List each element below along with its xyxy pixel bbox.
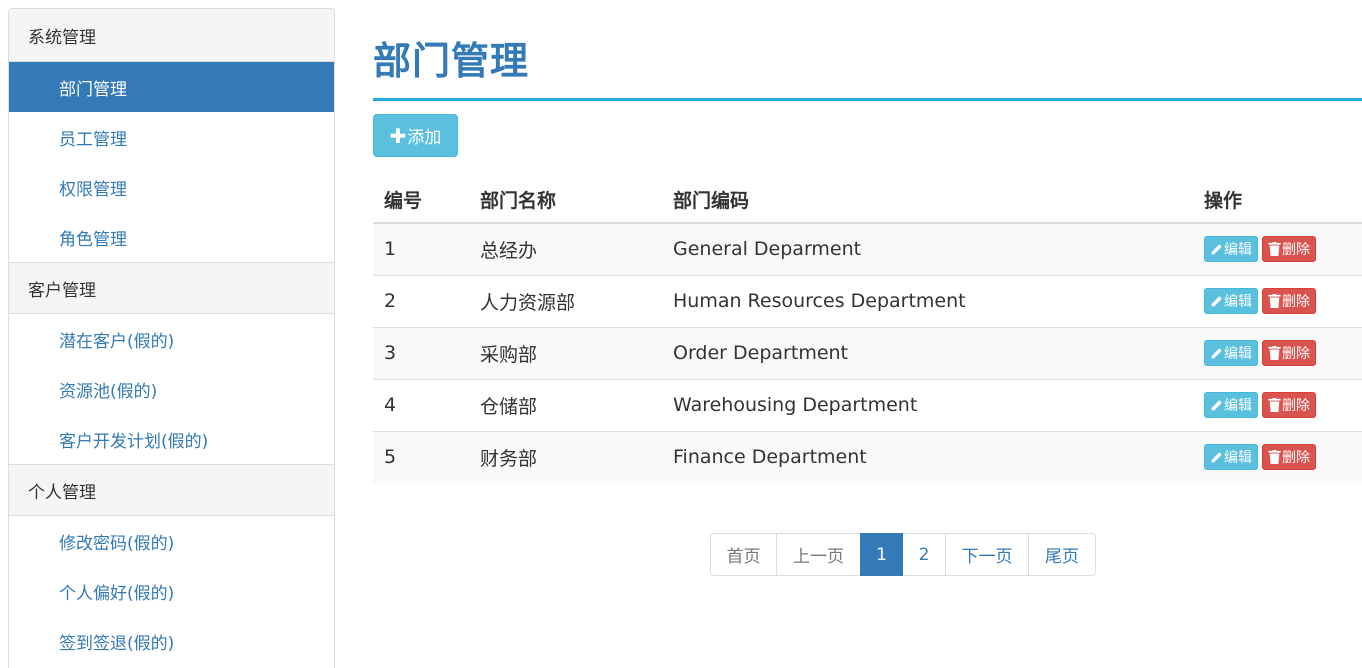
add-button-label: 添加: [407, 128, 442, 148]
pencil-icon: [1211, 399, 1222, 410]
page-last[interactable]: 尾页: [1028, 533, 1096, 576]
add-button[interactable]: ✚ 添加: [373, 114, 458, 157]
header-ops: 操作: [1193, 177, 1362, 224]
table-row: 3 采购部 Order Department 编辑 删除: [373, 326, 1362, 379]
delete-button[interactable]: 删除: [1262, 444, 1316, 471]
pencil-icon: [1211, 243, 1222, 255]
edit-label: 编辑: [1224, 346, 1252, 362]
pagination: 首页 上一页 1 2 下一页 尾页: [710, 533, 1096, 576]
plus-icon: ✚: [389, 123, 407, 148]
delete-label: 删除: [1282, 294, 1310, 310]
edit-button[interactable]: 编辑: [1204, 340, 1258, 366]
cell-id: 5: [373, 430, 469, 483]
header-name: 部门名称: [469, 177, 662, 224]
table-row: 5 财务部 Finance Department 编辑 删除: [373, 430, 1362, 483]
pencil-icon: [1211, 347, 1222, 358]
edit-label: 编辑: [1224, 450, 1252, 467]
cell-ops: 编辑 删除: [1193, 378, 1362, 431]
sidebar-item-preferences[interactable]: 个人偏好(假的): [9, 566, 334, 616]
delete-label: 删除: [1282, 346, 1310, 362]
trash-icon: [1268, 398, 1281, 412]
delete-label: 删除: [1282, 450, 1310, 467]
delete-button[interactable]: 删除: [1262, 340, 1316, 366]
cell-name: 人力资源部: [469, 274, 662, 327]
cell-name: 财务部: [469, 430, 662, 483]
sidebar-item-employee[interactable]: 员工管理: [9, 112, 334, 162]
cell-id: 3: [373, 326, 469, 379]
trash-icon: [1268, 346, 1281, 360]
page-first[interactable]: 首页: [710, 533, 777, 576]
main-content: 部门管理 ✚ 添加 编号 部门名称 部门编码 操作 1 总经办 General …: [373, 0, 1362, 668]
table-row: 4 仓储部 Warehousing Department 编辑 删除: [373, 378, 1362, 431]
cell-ops: 编辑 删除: [1193, 274, 1362, 327]
table-row: 2 人力资源部 Human Resources Department 编辑 删除: [373, 274, 1362, 327]
trash-icon: [1268, 242, 1281, 257]
sidebar-item-role[interactable]: 角色管理: [9, 212, 334, 262]
sidebar-item-potential-customer[interactable]: 潜在客户(假的): [9, 314, 334, 364]
page-title: 部门管理: [373, 39, 530, 83]
edit-label: 编辑: [1224, 242, 1252, 259]
table-header-row: 编号 部门名称 部门编码 操作: [373, 177, 1362, 224]
delete-button[interactable]: 删除: [1262, 392, 1316, 418]
cell-name: 总经办: [480, 239, 538, 262]
department-table: 编号 部门名称 部门编码 操作 1 总经办 General Deparment …: [373, 177, 1362, 483]
cell-code: Finance Department: [662, 430, 1193, 483]
cell-id: 2: [373, 274, 469, 327]
sidebar-item-resource-pool[interactable]: 资源池(假的): [9, 364, 334, 414]
sidebar-group-system[interactable]: 系统管理: [9, 9, 334, 62]
sidebar-group-personal[interactable]: 个人管理: [9, 464, 334, 516]
edit-button[interactable]: 编辑: [1204, 444, 1258, 471]
title-divider: [373, 98, 1362, 101]
trash-icon: [1268, 294, 1281, 308]
edit-button[interactable]: 编辑: [1204, 288, 1258, 314]
cell-id: 1: [384, 238, 397, 261]
cell-code: Order Department: [662, 326, 1193, 379]
header-code: 部门编码: [662, 177, 1193, 224]
delete-button[interactable]: 删除: [1262, 288, 1316, 314]
cell-name: 采购部: [469, 326, 662, 379]
cell-code: General Deparment: [673, 238, 862, 261]
cell-ops: 编辑 删除: [1193, 326, 1362, 379]
table-row: 1 总经办 General Deparment 编辑 删除: [373, 223, 1362, 275]
edit-button[interactable]: 编辑: [1204, 236, 1258, 263]
cell-code: Human Resources Department: [662, 274, 1193, 327]
header-id: 编号: [373, 177, 469, 224]
edit-label: 编辑: [1224, 398, 1252, 414]
sidebar-item-department[interactable]: 部门管理: [9, 62, 334, 112]
delete-label: 删除: [1282, 398, 1310, 414]
page-prev[interactable]: 上一页: [776, 533, 861, 576]
cell-id: 4: [373, 378, 469, 431]
cell-ops: 编辑 删除: [1193, 223, 1362, 275]
cell-ops: 编辑 删除: [1193, 430, 1362, 483]
sidebar: 系统管理 部门管理 员工管理 权限管理 角色管理 客户管理 潜在客户(假的) 资…: [8, 8, 335, 668]
cell-code: Warehousing Department: [662, 378, 1193, 431]
sidebar-item-change-password[interactable]: 修改密码(假的): [9, 516, 334, 566]
delete-label: 删除: [1282, 242, 1310, 259]
page-2[interactable]: 2: [902, 533, 946, 576]
page-next[interactable]: 下一页: [945, 533, 1029, 576]
edit-label: 编辑: [1224, 294, 1252, 310]
edit-button[interactable]: 编辑: [1204, 392, 1258, 418]
cell-name: 仓储部: [469, 378, 662, 431]
sidebar-item-permission[interactable]: 权限管理: [9, 162, 334, 212]
sidebar-item-checkin[interactable]: 签到签退(假的): [9, 616, 334, 666]
pencil-icon: [1211, 451, 1222, 463]
delete-button[interactable]: 删除: [1262, 236, 1316, 263]
trash-icon: [1268, 450, 1281, 465]
sidebar-item-dev-plan[interactable]: 客户开发计划(假的): [9, 414, 334, 464]
sidebar-group-customer[interactable]: 客户管理: [9, 262, 334, 314]
page-1[interactable]: 1: [860, 533, 903, 576]
pencil-icon: [1211, 295, 1222, 306]
